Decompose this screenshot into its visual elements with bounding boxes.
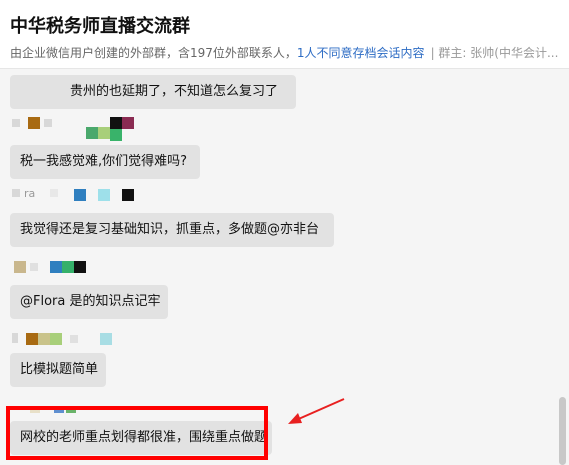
- avatar: [44, 119, 52, 127]
- scrollbar[interactable]: [556, 69, 569, 465]
- avatar: [14, 261, 26, 273]
- arrow-head: [288, 413, 302, 424]
- avatar: [26, 333, 38, 345]
- avatar: [12, 333, 18, 343]
- avatar: [50, 333, 62, 345]
- message-text: 比模拟题简单: [20, 362, 99, 377]
- group-title: 中华税务师直播交流群: [10, 16, 190, 37]
- chat-header: 中华税务师直播交流群 由企业微信用户创建的外部群，含197位外部联系人，1人不同…: [0, 0, 569, 69]
- avatar: [12, 119, 20, 127]
- message-bubble[interactable]: 我觉得还是复习基础知识，抓重点，多做题@亦非台: [10, 213, 334, 247]
- scrollbar-thumb[interactable]: [559, 397, 566, 465]
- subtitle-owner: | 群主: 张帅(中华会计...: [430, 46, 559, 60]
- avatar: [74, 189, 86, 201]
- avatar: [110, 129, 122, 141]
- sender-name: ra: [24, 187, 36, 200]
- avatar: [30, 263, 38, 271]
- message-text: 贵州的也延期了，不知道怎么复习了: [70, 84, 279, 99]
- avatar: [100, 333, 112, 345]
- avatar: [28, 117, 40, 129]
- avatar: [110, 117, 122, 129]
- message-list[interactable]: 贵州的也延期了，不知道怎么复习了 税一我感觉难,你们觉得难吗? ra 我觉得还是…: [0, 69, 556, 465]
- avatar: [62, 261, 74, 273]
- message-text: 税一我感觉难,你们觉得难吗?: [20, 154, 188, 169]
- avatar: [122, 189, 134, 201]
- message-bubble[interactable]: 贵州的也延期了，不知道怎么复习了: [10, 75, 296, 109]
- avatar: [74, 261, 86, 273]
- avatar: [98, 127, 110, 139]
- avatar: [50, 261, 62, 273]
- message-bubble[interactable]: 比模拟题简单: [10, 353, 106, 387]
- message-bubble[interactable]: 税一我感觉难,你们觉得难吗?: [10, 145, 200, 179]
- avatar: [12, 189, 20, 197]
- avatar: [70, 335, 78, 343]
- avatar: [38, 333, 50, 345]
- subtitle-prefix: 由企业微信用户创建的外部群，含197位外部联系人，: [10, 46, 297, 60]
- avatar: [122, 117, 134, 129]
- archive-consent-link[interactable]: 1人不同意存档会话内容: [297, 46, 425, 60]
- annotation-arrow-icon: [288, 398, 345, 424]
- avatar: [86, 127, 98, 139]
- highlight-box: [6, 406, 268, 460]
- avatar: [98, 189, 110, 201]
- arrow-shaft: [293, 398, 345, 422]
- message-text: @Flora 是的知识点记牢: [20, 294, 161, 309]
- group-subtitle: 由企业微信用户创建的外部群，含197位外部联系人，1人不同意存档会话内容 | 群主…: [10, 44, 558, 61]
- message-bubble[interactable]: @Flora 是的知识点记牢: [10, 285, 168, 319]
- message-text: 我觉得还是复习基础知识，抓重点，多做题@亦非台: [20, 222, 320, 237]
- avatar: [50, 189, 58, 197]
